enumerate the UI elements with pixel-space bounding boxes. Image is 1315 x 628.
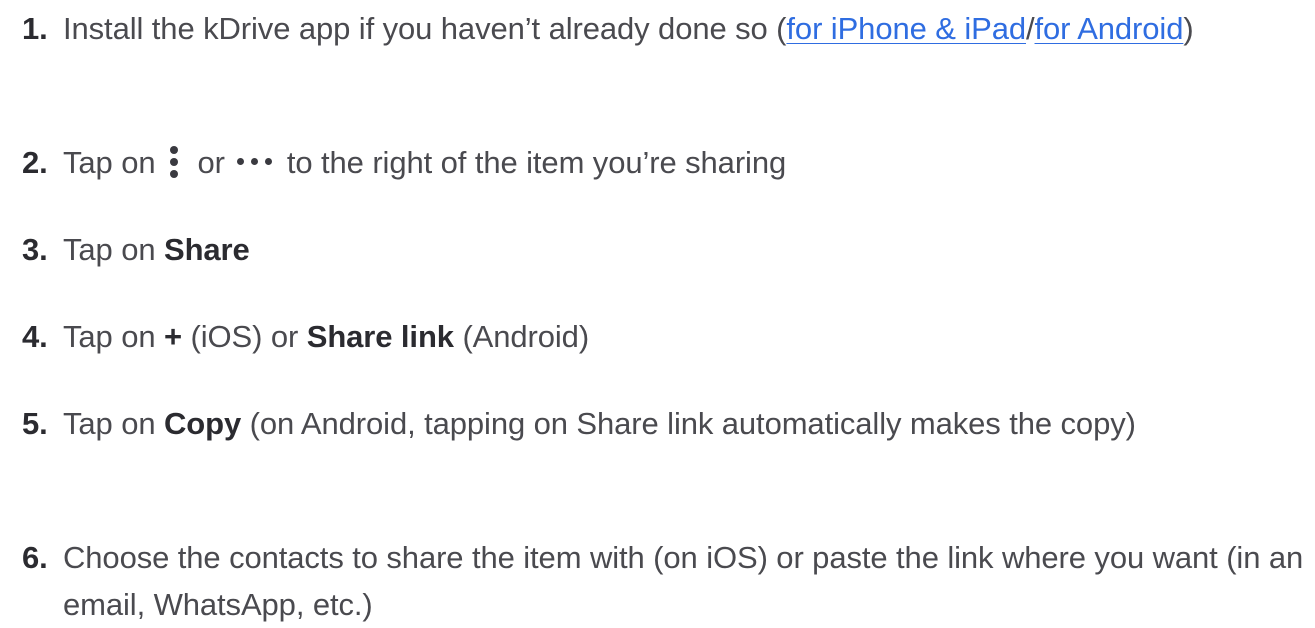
more-vertical-icon (165, 145, 183, 179)
step-text: Tap on Share (63, 226, 1310, 273)
step-text-suffix: to the right of the item you’re sharing (286, 145, 787, 180)
step-text-prefix: Tap on (63, 406, 164, 441)
step-text: Tap on Copy (on Android, tapping on Shar… (63, 400, 1310, 447)
plus-label: + (164, 319, 183, 354)
step-number: 6. (22, 540, 48, 575)
step-5: 5. Tap on Copy (on Android, tapping on S… (22, 400, 1310, 447)
step-number: 5. (22, 406, 48, 441)
share-link-label: Share link (306, 319, 454, 354)
step-1: 1. Install the kDrive app if you haven’t… (22, 5, 1310, 52)
step-text: Install the kDrive app if you haven’t al… (63, 5, 1310, 52)
step-or-text: or (197, 145, 225, 180)
step-4: 4. Tap on + (iOS) or Share link (Android… (22, 313, 1310, 360)
step-text: Choose the contacts to share the item wi… (63, 540, 1304, 622)
step-text-suffix: (on Android, tapping on Share link autom… (241, 406, 1136, 441)
step-3: 3. Tap on Share (22, 226, 1310, 273)
ios-app-link[interactable]: for iPhone & iPad (786, 11, 1026, 46)
step-text: Tap on + (iOS) or Share link (Android) (63, 313, 1310, 360)
step-text-suffix: (Android) (453, 319, 590, 354)
more-horizontal-icon (235, 157, 275, 167)
step-text-prefix: Install the kDrive app if you haven’t al… (63, 11, 787, 46)
step-number: 4. (22, 319, 48, 354)
step-number: 1. (22, 11, 48, 46)
step-text-middle: (iOS) or (182, 319, 307, 354)
step-text-suffix: ) (1183, 11, 1194, 46)
android-app-link[interactable]: for Android (1035, 11, 1184, 46)
copy-label: Copy (164, 406, 242, 441)
step-number: 3. (22, 232, 48, 267)
share-label: Share (164, 232, 250, 267)
step-6: 6. Choose the contacts to share the item… (22, 534, 1310, 628)
step-2: 2. Tap on or to the right of the item you’… (22, 139, 1310, 186)
link-separator: / (1026, 11, 1035, 46)
step-number: 2. (22, 145, 48, 180)
step-text: Tap on or to the right of the item you’re … (63, 139, 1310, 186)
step-text-prefix: Tap on (63, 232, 164, 267)
step-text-prefix: Tap on (63, 319, 164, 354)
step-text-prefix: Tap on (63, 145, 156, 180)
